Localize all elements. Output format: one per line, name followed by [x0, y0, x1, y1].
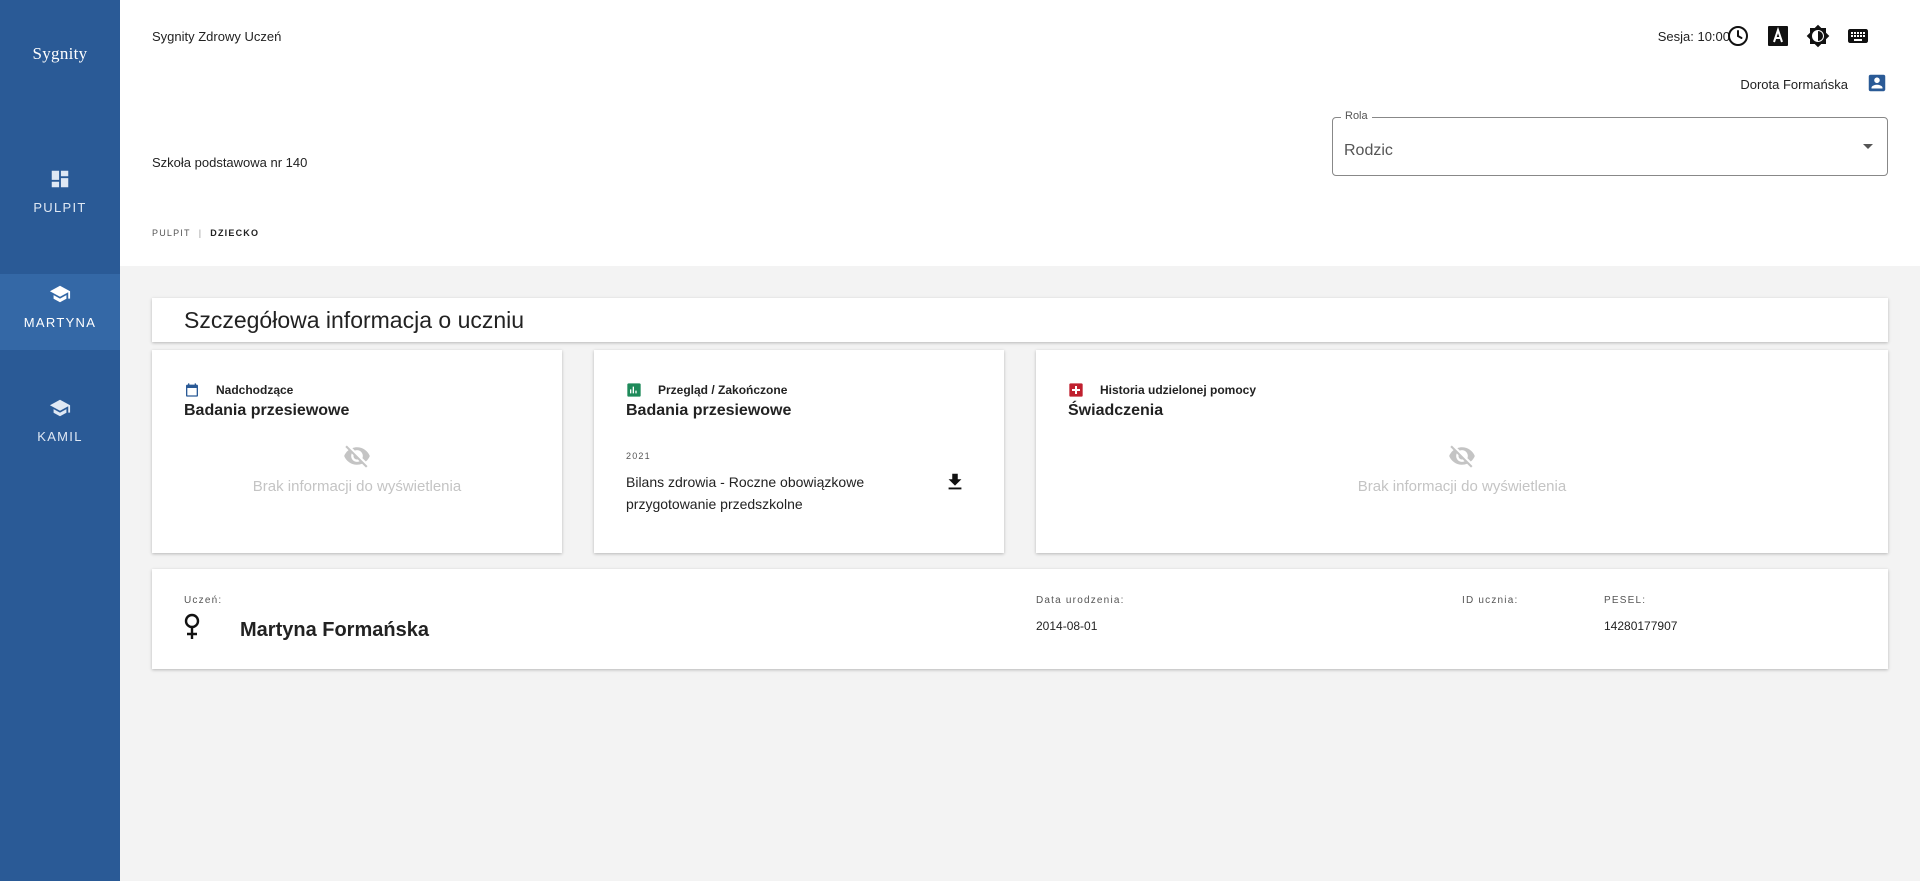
- contrast-icon[interactable]: [1806, 24, 1830, 48]
- tile-title: Badania przesiewowe: [184, 402, 350, 419]
- keyboard-icon[interactable]: [1846, 24, 1870, 48]
- completed-tile: Przegląd / Zakończone Badania przesiewow…: [594, 350, 1004, 553]
- student-name: Martyna Formańska: [240, 619, 429, 641]
- clock-icon[interactable]: [1726, 24, 1750, 48]
- entry-year: 2021: [626, 451, 651, 461]
- role-select[interactable]: Rola Rodzic: [1332, 110, 1888, 176]
- breadcrumb: PULPIT | DZIECKO: [152, 228, 259, 238]
- tile-header-label: Przegląd / Zakończone: [658, 383, 788, 397]
- visibility-off-icon: [344, 445, 370, 468]
- birth-date-label: Data urodzenia:: [1036, 595, 1125, 606]
- breadcrumb-separator: |: [198, 228, 203, 238]
- breadcrumb-item-pulpit[interactable]: PULPIT: [152, 228, 191, 238]
- pesel-label: PESEL:: [1604, 595, 1647, 606]
- tile-header-label: Nadchodzące: [216, 383, 294, 397]
- screening-entry: Bilans zdrowia - Roczne obowiązkowe przy…: [626, 474, 865, 512]
- empty-state-text: Brak informacji do wyświetlenia: [252, 478, 462, 495]
- visibility-off-icon: [1449, 445, 1475, 468]
- session-timer: Sesja: 10:00: [1657, 29, 1730, 44]
- empty-state-text: Brak informacji do wyświetlenia: [1357, 478, 1567, 495]
- sidebar: Sygnity PULPIT MARTYNA KAMIL: [0, 0, 120, 881]
- student-info-card: Uczeń: Martyna Formańska Data urodzenia:…: [152, 569, 1888, 669]
- tile-header: Nadchodzące: [184, 382, 293, 398]
- font-size-icon[interactable]: [1766, 24, 1790, 48]
- role-label: Rola: [1341, 110, 1372, 122]
- download-icon[interactable]: [944, 471, 966, 493]
- empty-state: Brak informacji do wyświetlenia: [152, 442, 562, 495]
- birth-date-value: 2014-08-01: [1036, 619, 1098, 633]
- account-icon[interactable]: [1866, 72, 1888, 94]
- pesel-value: 14280177907: [1604, 619, 1678, 633]
- dashboard-icon: [51, 170, 69, 188]
- section-title-card: Szczegółowa informacja o uczniu: [152, 298, 1888, 342]
- calendar-icon: [186, 383, 198, 397]
- school-icon: [49, 285, 71, 303]
- tile-title: Świadczenia: [1068, 402, 1164, 419]
- sidebar-item-martyna[interactable]: MARTYNA: [0, 274, 120, 350]
- student-label: Uczeń:: [184, 595, 223, 606]
- upcoming-tile: Nadchodzące Badania przesiewowe Brak inf…: [152, 350, 562, 553]
- school-name: Szkoła podstawowa nr 140: [152, 155, 308, 170]
- bar-chart-icon: [627, 383, 641, 397]
- chevron-down-icon: [1863, 144, 1873, 149]
- tile-header-label: Historia udzielonej pomocy: [1100, 383, 1257, 397]
- breadcrumb-item-current: DZIECKO: [210, 228, 260, 238]
- sidebar-item-label: PULPIT: [33, 200, 87, 215]
- logo[interactable]: Sygnity: [0, 44, 120, 64]
- user-name[interactable]: Dorota Formańska: [1740, 77, 1848, 92]
- school-icon: [49, 399, 71, 417]
- empty-state: Brak informacji do wyświetlenia: [1036, 442, 1888, 495]
- tile-title: Badania przesiewowe: [626, 402, 792, 419]
- sidebar-item-label: MARTYNA: [23, 315, 97, 330]
- tile-header: Historia udzielonej pomocy: [1068, 382, 1256, 398]
- app-title: Sygnity Zdrowy Uczeń: [152, 29, 282, 44]
- help-history-tile: Historia udzielonej pomocy Świadczenia B…: [1036, 350, 1888, 553]
- female-icon: [184, 613, 200, 639]
- sidebar-item-label: KAMIL: [37, 429, 83, 444]
- tile-header: Przegląd / Zakończone: [626, 382, 787, 398]
- medical-icon: [1069, 383, 1083, 397]
- page-title: Szczegółowa informacja o uczniu: [184, 307, 525, 333]
- role-value: Rodzic: [1344, 142, 1393, 159]
- sidebar-item-pulpit[interactable]: PULPIT: [0, 160, 120, 236]
- sidebar-item-kamil[interactable]: KAMIL: [0, 389, 120, 465]
- student-id-label: ID ucznia:: [1462, 595, 1519, 606]
- header: Sygnity Zdrowy Uczeń Sesja: 10:00 Dorota…: [120, 0, 1920, 266]
